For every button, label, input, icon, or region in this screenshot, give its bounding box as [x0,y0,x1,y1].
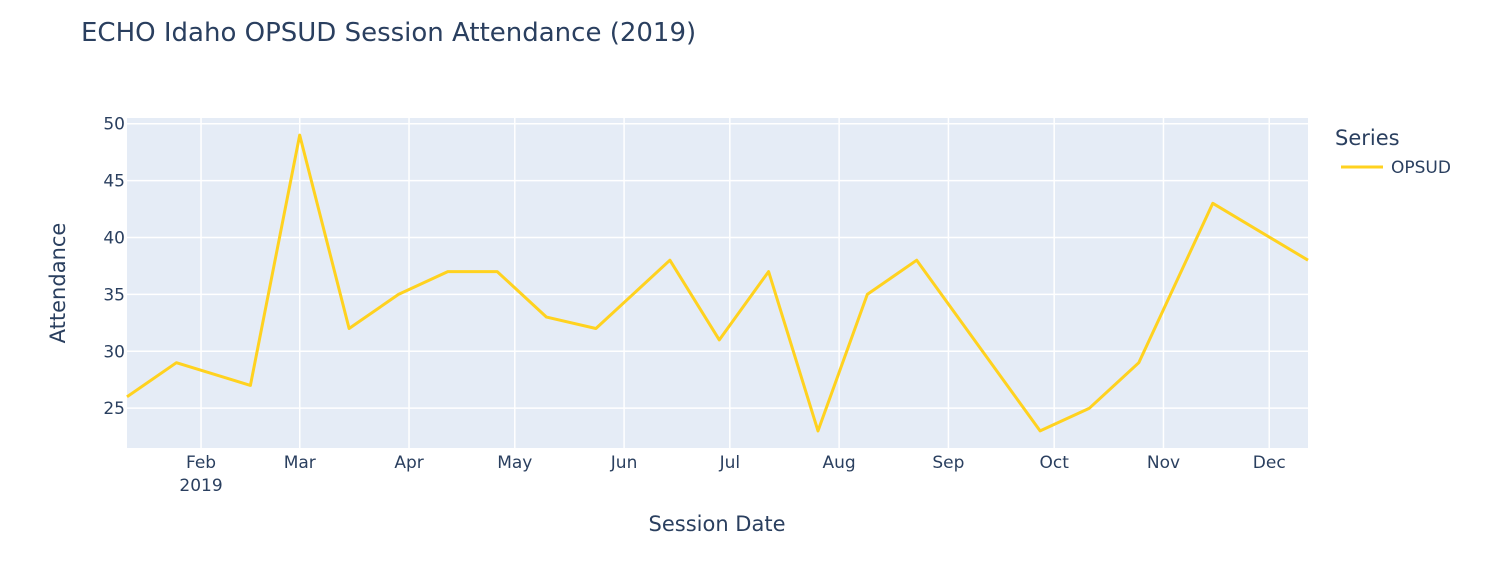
x-tick-label: Sep [932,453,964,473]
data-point[interactable] [1083,402,1095,414]
x-tick-label: Mar [284,453,316,473]
y-tick-label: 50 [103,115,125,135]
x-tick-label: Apr [394,453,423,473]
data-point[interactable] [491,266,503,278]
data-point[interactable] [911,254,923,266]
y-tick-label: 40 [103,228,125,248]
x-tick-label: Feb [186,453,216,473]
data-point[interactable] [713,334,725,346]
chart-svg: Feb 2019 Mar Apr May Jun Jul Aug Sep Oct Nov Dec 25… [46,115,1451,536]
data-point[interactable] [1034,425,1046,437]
y-tick-label: 25 [103,399,125,419]
data-point[interactable] [244,379,256,391]
data-point[interactable] [541,311,553,323]
x-tick-label: Jul [719,453,741,473]
x-tick-label: Aug [823,453,856,473]
x-tick-label: Nov [1147,453,1180,473]
y-axis-ticks: 25 30 35 40 45 50 [103,115,125,419]
data-point[interactable] [812,425,824,437]
data-point[interactable] [170,357,182,369]
x-tick-sublabel: 2019 [179,476,222,496]
plot-area [127,118,1308,448]
x-tick-label: Jun [610,453,638,473]
data-point[interactable] [442,266,454,278]
data-point[interactable] [294,129,306,141]
data-point[interactable] [664,254,676,266]
data-point[interactable] [1207,197,1219,209]
legend-label-opsud: OPSUD [1391,158,1451,178]
y-tick-label: 35 [103,285,125,305]
data-point[interactable] [861,288,873,300]
data-point[interactable] [1133,357,1145,369]
y-tick-label: 45 [103,172,125,192]
x-axis-title: Session Date [649,512,786,536]
data-point[interactable] [1302,254,1314,266]
y-axis-title: Attendance [46,223,70,344]
x-axis-ticks: Feb 2019 Mar Apr May Jun Jul Aug Sep Oct Nov Dec [179,453,1285,496]
data-point[interactable] [763,266,775,278]
x-tick-label: Oct [1039,453,1069,473]
data-point[interactable] [392,288,404,300]
x-tick-label: May [497,453,532,473]
data-point[interactable] [590,323,602,335]
x-tick-label: Dec [1253,453,1286,473]
legend[interactable]: Series OPSUD [1335,126,1451,178]
data-point[interactable] [343,323,355,335]
y-tick-label: 30 [103,342,125,362]
legend-title: Series [1335,126,1400,150]
chart-root: ECHO Idaho OPSUD Session Attendance (201… [0,0,1492,565]
